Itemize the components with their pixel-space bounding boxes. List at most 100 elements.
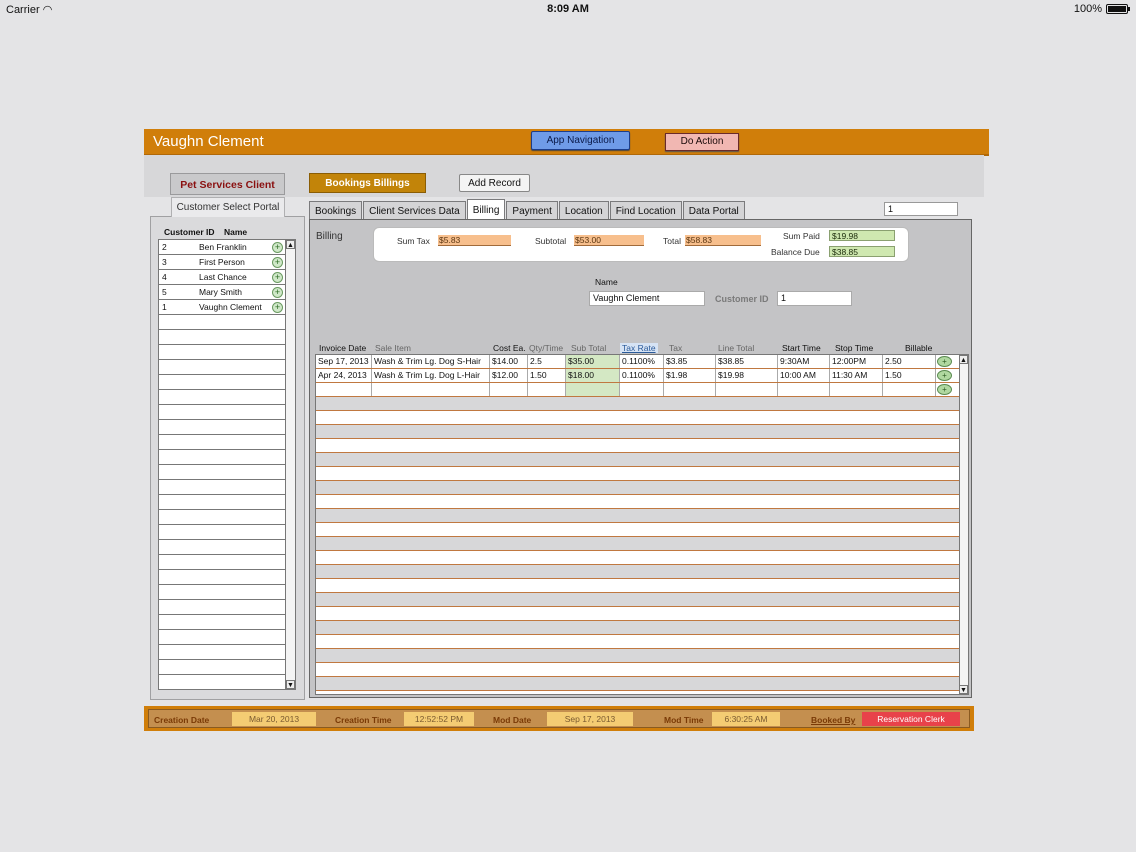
creation-time-field[interactable]: 12:52:52 PM — [404, 712, 474, 726]
add-booking-icon[interactable]: + — [272, 272, 283, 283]
invoice-cell-line[interactable]: $19.98 — [716, 369, 778, 382]
tab-billing[interactable]: Billing — [466, 199, 506, 219]
invoice-cell-rate[interactable] — [620, 383, 664, 396]
invoice-cell-qty[interactable]: 1.50 — [528, 369, 566, 382]
invoice-cell-cost[interactable] — [490, 383, 528, 396]
scroll-up-icon[interactable]: ▲ — [286, 240, 295, 249]
col-qty-time: Qty/Time — [529, 343, 564, 353]
invoice-cell-billable[interactable] — [883, 383, 936, 396]
customer-row — [159, 660, 285, 675]
customer-id-field[interactable]: 1 — [777, 291, 852, 306]
invoice-row — [316, 663, 959, 677]
invoice-row — [316, 495, 959, 509]
add-booking-icon[interactable]: + — [272, 242, 283, 253]
invoice-cell-line[interactable] — [716, 383, 778, 396]
creation-date-field[interactable]: Mar 20, 2013 — [232, 712, 316, 726]
customer-row — [159, 555, 285, 570]
mod-date-field[interactable]: Sep 17, 2013 — [547, 712, 633, 726]
customer-row[interactable]: 2 Ben Franklin + — [159, 240, 285, 255]
customer-row — [159, 420, 285, 435]
add-booking-icon[interactable]: + — [272, 302, 283, 313]
tab-payment[interactable]: Payment — [506, 201, 558, 219]
invoice-cell-tax[interactable] — [664, 383, 716, 396]
invoice-cell-rate[interactable]: 0.1100% — [620, 369, 664, 382]
add-booking-icon[interactable]: + — [272, 257, 283, 268]
invoice-cell-sub[interactable]: $35.00 — [566, 355, 620, 368]
invoice-cell-billable[interactable]: 2.50 — [883, 355, 936, 368]
record-number-field[interactable]: 1 — [884, 202, 958, 216]
invoice-row[interactable]: + — [316, 383, 959, 397]
invoice-cell-date[interactable]: Apr 24, 2013 — [316, 369, 372, 382]
billing-summary-box: Sum Tax $5.83 Subtotal $53.00 Total $58.… — [373, 227, 909, 262]
scroll-down-icon[interactable]: ▼ — [959, 685, 968, 694]
subtotal-label: Subtotal — [535, 236, 567, 246]
add-record-button[interactable]: Add Record — [459, 174, 530, 192]
customer-row — [159, 480, 285, 495]
invoice-cell-date[interactable] — [316, 383, 372, 396]
invoice-row[interactable]: Sep 17, 2013 Wash & Trim Lg. Dog S-Hair $1… — [316, 355, 959, 369]
col-tax-rate[interactable]: Tax Rate — [620, 343, 658, 353]
invoice-cell-sub[interactable] — [566, 383, 620, 396]
customer-row[interactable]: 1 Vaughn Clement + — [159, 300, 285, 315]
invoice-cell-stop[interactable] — [830, 383, 883, 396]
add-line-icon[interactable]: + — [937, 356, 952, 367]
customer-row[interactable]: 4 Last Chance + — [159, 270, 285, 285]
subtotal-field[interactable]: $53.00 — [574, 235, 644, 246]
invoice-cell-tax[interactable]: $1.98 — [664, 369, 716, 382]
scroll-up-icon[interactable]: ▲ — [959, 355, 968, 364]
invoice-portal-scrollbar[interactable]: ▲ ▼ — [959, 355, 968, 694]
invoice-cell-stop[interactable]: 12:00PM — [830, 355, 883, 368]
bookings-billings-button[interactable]: Bookings Billings — [309, 173, 426, 193]
tab-bookings[interactable]: Bookings — [309, 201, 363, 219]
total-field[interactable]: $58.83 — [685, 235, 761, 246]
invoice-cell-item[interactable] — [372, 383, 490, 396]
sum-paid-field[interactable]: $19.98 — [829, 230, 895, 241]
invoice-cell-billable[interactable]: 1.50 — [883, 369, 936, 382]
tab-client-services-data[interactable]: Client Services Data — [363, 201, 466, 219]
app-navigation-button[interactable]: App Navigation — [531, 131, 630, 150]
invoice-row[interactable]: Apr 24, 2013 Wash & Trim Lg. Dog L-Hair $1… — [316, 369, 959, 383]
tab-location[interactable]: Location — [558, 201, 609, 219]
name-field[interactable]: Vaughn Clement — [589, 291, 705, 306]
invoice-cell-cost[interactable]: $14.00 — [490, 355, 528, 368]
creation-date-label: Creation Date — [154, 715, 210, 725]
col-tax: Tax — [669, 343, 683, 353]
customer-portal-scrollbar[interactable]: ▲ ▼ — [286, 240, 295, 689]
invoice-cell-start[interactable] — [778, 383, 830, 396]
tab-find-location[interactable]: Find Location — [609, 201, 682, 219]
add-line-icon[interactable]: + — [937, 384, 952, 395]
invoice-cell-date[interactable]: Sep 17, 2013 — [316, 355, 372, 368]
scroll-down-icon[interactable]: ▼ — [286, 680, 295, 689]
add-booking-icon[interactable]: + — [272, 287, 283, 298]
invoice-cell-line[interactable]: $38.85 — [716, 355, 778, 368]
add-line-icon[interactable]: + — [937, 370, 952, 381]
clock: 8:09 AM — [547, 3, 589, 15]
invoice-row — [316, 481, 959, 495]
invoice-cell-start[interactable]: 9:30AM — [778, 355, 830, 368]
sum-tax-field[interactable]: $5.83 — [438, 235, 511, 246]
invoice-cell-item[interactable]: Wash & Trim Lg. Dog L-Hair — [372, 369, 490, 382]
col-billable: Billable — [905, 343, 933, 353]
invoice-row — [316, 537, 959, 551]
invoice-cell-sub[interactable]: $18.00 — [566, 369, 620, 382]
customer-row[interactable]: 5 Mary Smith + — [159, 285, 285, 300]
do-action-button[interactable]: Do Action — [665, 133, 739, 151]
customer-row — [159, 510, 285, 525]
customer-row[interactable]: 3 First Person + — [159, 255, 285, 270]
invoice-cell-qty[interactable] — [528, 383, 566, 396]
invoice-cell-cost[interactable]: $12.00 — [490, 369, 528, 382]
invoice-cell-stop[interactable]: 11:30 AM — [830, 369, 883, 382]
customer-portal: 2 Ben Franklin +3 First Person +4 Last Chance… — [158, 239, 296, 690]
pet-services-client-tab[interactable]: Pet Services Client — [170, 173, 285, 195]
invoice-cell-rate[interactable]: 0.1100% — [620, 355, 664, 368]
mod-time-field[interactable]: 6:30:25 AM — [712, 712, 780, 726]
invoice-cell-qty[interactable]: 2.5 — [528, 355, 566, 368]
booked-by-field[interactable]: Reservation Clerk — [862, 712, 960, 726]
balance-due-field[interactable]: $38.85 — [829, 246, 895, 257]
invoice-cell-item[interactable]: Wash & Trim Lg. Dog S-Hair — [372, 355, 490, 368]
invoice-row — [316, 607, 959, 621]
invoice-cell-tax[interactable]: $3.85 — [664, 355, 716, 368]
invoice-portal: Sep 17, 2013 Wash & Trim Lg. Dog S-Hair $1… — [315, 354, 969, 695]
invoice-cell-start[interactable]: 10:00 AM — [778, 369, 830, 382]
tab-data-portal[interactable]: Data Portal — [682, 201, 745, 219]
